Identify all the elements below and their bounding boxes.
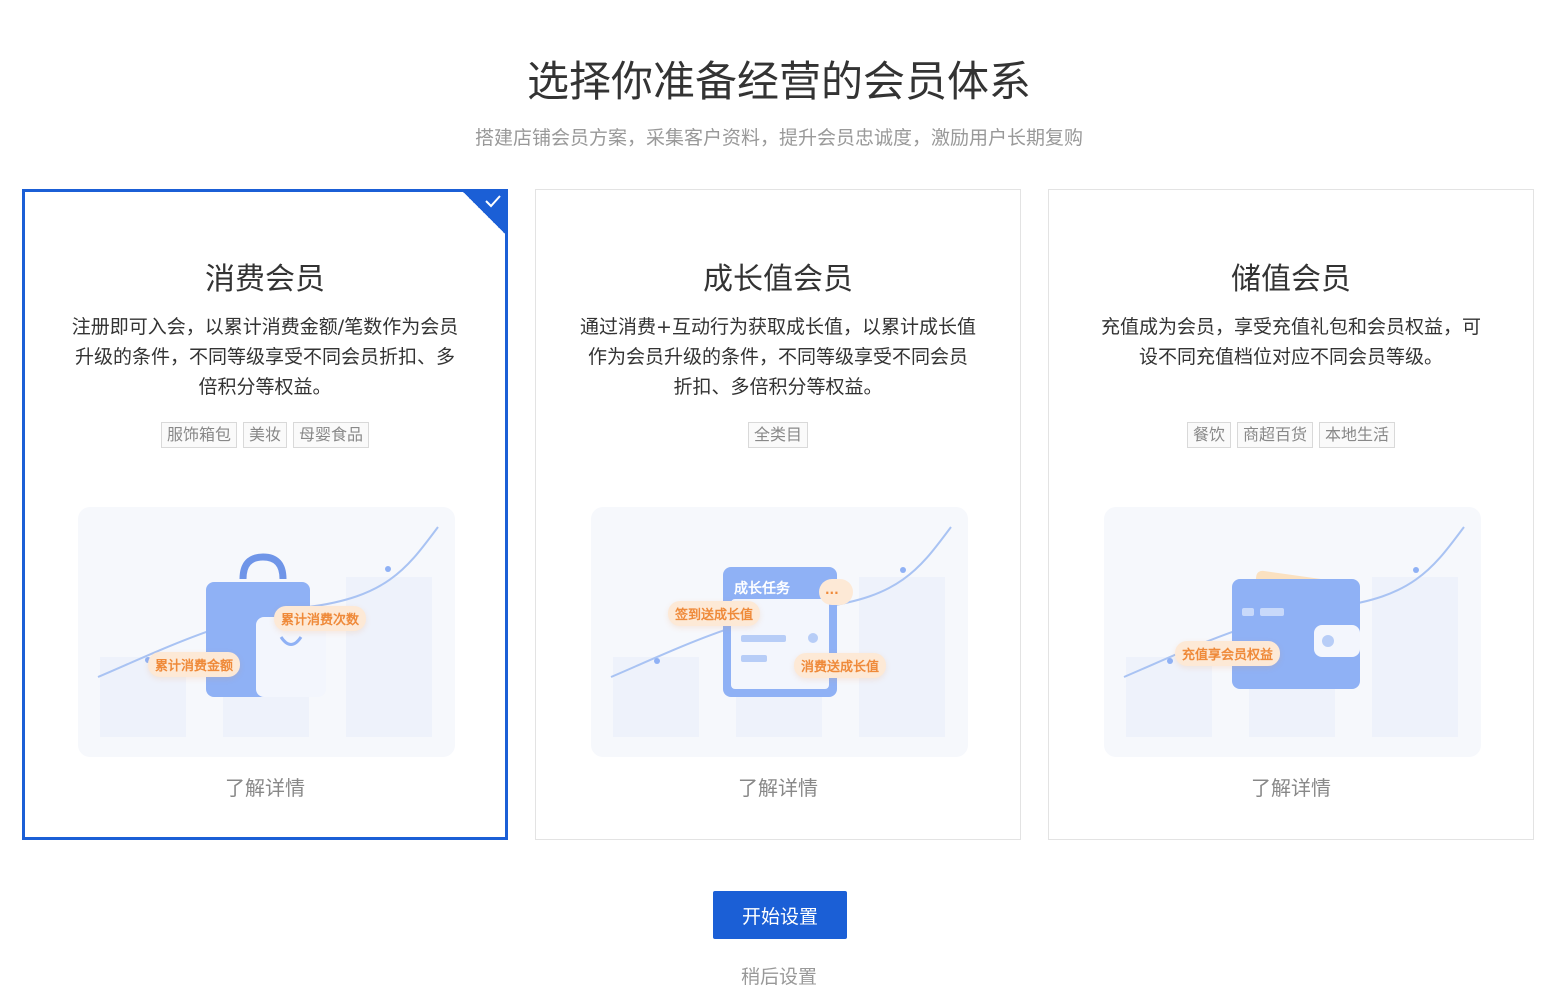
card-description: 注册即可入会，以累计消费金额/笔数作为会员升级的条件，不同等级享受不同会员折扣、… [71, 316, 459, 398]
category-tag: 全类目 [747, 422, 808, 448]
wallet-icon [1123, 526, 1465, 737]
tag-row: 餐饮 商超百货 本地生活 [1049, 422, 1533, 448]
learn-more-link[interactable]: 了解详情 [536, 773, 1020, 803]
illustration-label: 成长任务 [734, 581, 790, 597]
card-description: 通过消费+互动行为获取成长值，以累计成长值作为会员升级的条件，不同等级享受不同会… [580, 316, 976, 398]
stored-value-illustration: 充值享会员权益 [1104, 507, 1481, 757]
task-card-icon [610, 526, 952, 737]
card-title: 成长值会员 [703, 262, 853, 297]
illustration-label: 充值享会员权益 [1175, 641, 1281, 666]
illustration-label: 累计消费次数 [274, 606, 367, 631]
illustration-label: 签到送成长值 [668, 601, 761, 626]
card-title: 消费会员 [205, 262, 325, 297]
membership-card-stored-value[interactable]: 储值会员 充值成为会员，享受充值礼包和会员权益，可设不同充值档位对应不同会员等级… [1048, 189, 1534, 840]
tag-row: 服饰箱包 美妆 母婴食品 [25, 422, 505, 448]
check-icon [485, 195, 501, 208]
membership-card-consumption[interactable]: 消费会员 注册即可入会，以累计消费金额/笔数作为会员升级的条件，不同等级享受不同… [22, 189, 508, 840]
illustration-label: 累计消费金额 [148, 652, 241, 677]
shopping-bag-icon [97, 526, 439, 737]
setup-later-link[interactable]: 稍后设置 [0, 962, 1558, 992]
illustration-label: ... [825, 583, 839, 597]
illustration-label: 消费送成长值 [794, 653, 887, 678]
category-tag: 母婴食品 [293, 422, 370, 448]
tag-row: 全类目 [536, 422, 1020, 448]
page-title: 选择你准备经营的会员体系 [526, 57, 1031, 106]
membership-card-growth[interactable]: 成长值会员 通过消费+互动行为获取成长值，以累计成长值作为会员升级的条件，不同等… [535, 189, 1021, 840]
category-tag: 服饰箱包 [160, 422, 237, 448]
category-tag: 美妆 [242, 422, 287, 448]
card-description: 充值成为会员，享受充值礼包和会员权益，可设不同充值档位对应不同会员等级。 [1100, 316, 1481, 368]
category-tag: 餐饮 [1186, 422, 1231, 448]
consumption-illustration: 累计消费次数 累计消费金额 [78, 507, 455, 757]
page-subtitle: 搭建店铺会员方案，采集客户资料，提升会员忠诚度，激励用户长期复购 [474, 127, 1083, 149]
category-tag: 本地生活 [1319, 422, 1396, 448]
growth-illustration: 成长任务 签到送成长值 消费送成长值 ... [591, 507, 968, 757]
category-tag: 商超百货 [1236, 422, 1313, 448]
card-title: 储值会员 [1231, 262, 1351, 297]
start-setup-button[interactable]: 开始设置 [713, 891, 847, 939]
learn-more-link[interactable]: 了解详情 [1049, 773, 1533, 803]
selected-corner-badge [462, 191, 506, 235]
learn-more-link[interactable]: 了解详情 [25, 773, 505, 803]
